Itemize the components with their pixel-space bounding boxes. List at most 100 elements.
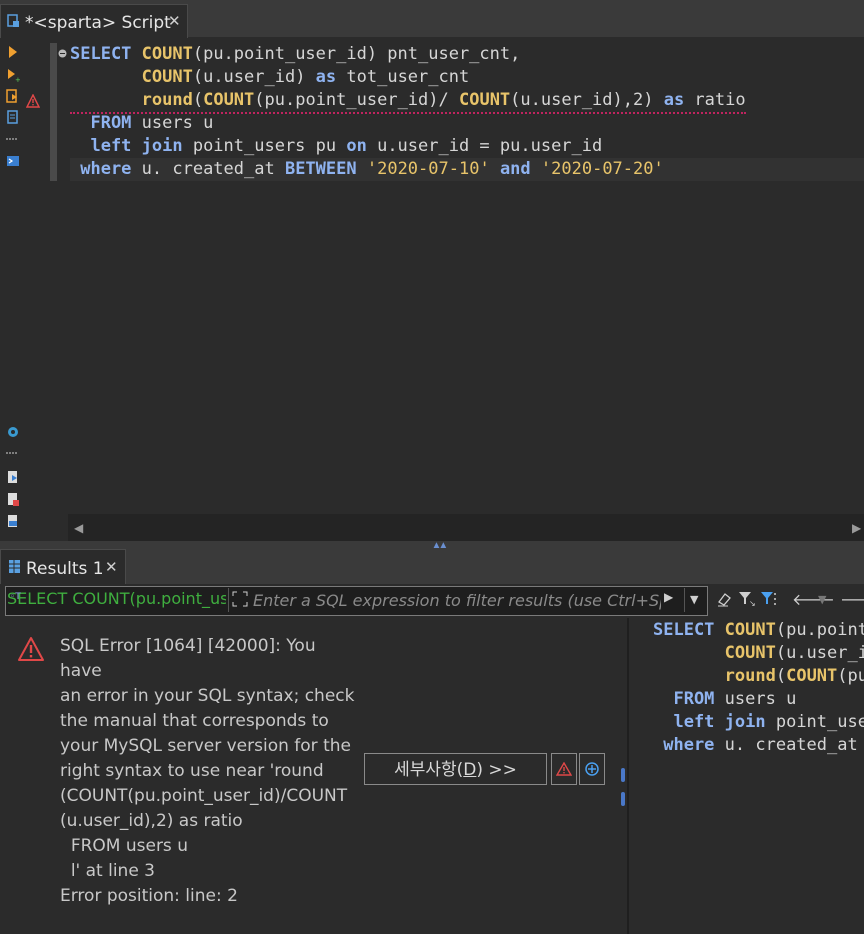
more-dots-icon [6, 138, 17, 140]
more-dots-icon-2 [6, 452, 17, 454]
code-token: SELECT [653, 620, 725, 640]
filter-expand-button[interactable] [228, 588, 251, 612]
editor-line-1[interactable]: SELECT COUNT(pu.point_user_id) pnt_user_… [70, 43, 520, 66]
svg-text:↘: ↘ [749, 599, 756, 608]
expand-icon [232, 591, 248, 607]
collapse-right-handle[interactable] [621, 792, 625, 806]
code-token: tot_user_cnt [336, 67, 470, 87]
code-token: (u.user_id),2) [510, 90, 664, 110]
scroll-left-icon[interactable]: ◀ [74, 521, 83, 535]
editor-line-4[interactable]: FROM users u [70, 112, 213, 135]
crosshair-icon [585, 762, 599, 776]
eraser-icon[interactable] [716, 590, 734, 608]
tab-label: *<sparta> Script [25, 13, 171, 33]
forward-arrow-icon[interactable]: 🡒 [840, 589, 864, 609]
filter-active-icon[interactable] [760, 590, 778, 608]
code-token: users u [724, 689, 797, 709]
execute-script-icon[interactable] [6, 89, 20, 103]
code-token: COUNT [724, 643, 776, 663]
svg-text:+: + [15, 76, 20, 82]
file-error-icon[interactable] [6, 492, 20, 506]
close-tab-button[interactable]: ✕ [168, 12, 181, 30]
chevron-down-icon: ▼ [690, 593, 699, 606]
code-token: (u.user_id) [775, 643, 864, 663]
code-token: point_users pu [775, 712, 864, 732]
results-tab-label: Results 1 [26, 559, 104, 579]
close-results-tab-button[interactable]: ✕ [105, 558, 118, 576]
code-token: '2020-07-20' [540, 159, 664, 179]
code-token: COUNT [458, 90, 511, 110]
code-token: u. created_at [141, 159, 285, 179]
scroll-right-icon[interactable]: ▶ [852, 521, 861, 535]
code-token: (pu.point_user_id) pnt_user_cnt, [192, 44, 521, 64]
code-token: ( [192, 90, 204, 110]
details-label-suffix: ) >> [476, 760, 517, 780]
code-token: on [346, 136, 367, 156]
explain-plan-icon[interactable] [6, 110, 20, 124]
code-token: users u [141, 113, 214, 133]
filter-query-preview[interactable]: SELECT COUNT(pu.point_user_id [7, 589, 226, 613]
grid-icon [9, 560, 20, 573]
code-token: join [724, 712, 766, 732]
tab-results-1[interactable]: Results 1 ✕ [0, 549, 126, 585]
export-icon[interactable] [6, 470, 20, 484]
filter-settings-icon[interactable]: ↘ [738, 590, 756, 608]
settings-gear-icon[interactable] [6, 425, 20, 439]
file-sql-icon[interactable] [6, 514, 20, 528]
code-token: as [663, 90, 685, 110]
search-error-button[interactable] [579, 753, 605, 785]
details-label-prefix: 세부사항( [394, 760, 464, 780]
preview-line-1[interactable]: SELECT COUNT(pu.point_user_id) pnt_user_… [653, 619, 864, 642]
code-token: as [315, 67, 337, 87]
details-button[interactable]: 세부사항(D) >> [364, 753, 547, 785]
code-token: round [141, 90, 193, 110]
editor-line-5[interactable]: left join point_users pu on u.user_id = … [70, 135, 602, 158]
error-message: SQL Error [1064] [42000]: You have an er… [60, 636, 355, 906]
preview-line-3[interactable]: round(COUNT(pu.point_user_id) [653, 665, 864, 688]
collapse-left-handle[interactable] [621, 768, 625, 782]
editor-line-2[interactable]: COUNT(u.user_id) as tot_user_cnt [70, 66, 470, 89]
editor-line-6[interactable]: where u. created_at BETWEEN '2020-07-10'… [70, 158, 664, 181]
code-token: FROM [70, 113, 142, 133]
code-token: ( [775, 666, 787, 686]
panel-splitter[interactable] [0, 541, 864, 548]
filter-history-dropdown[interactable]: ▼ [684, 588, 707, 612]
execute-statement-icon[interactable] [6, 45, 20, 59]
preview-line-5[interactable]: left join point_users pu [653, 711, 864, 734]
code-token: (u.user_id) [192, 67, 316, 87]
code-token: (pu.point_user_id) pnt_user_cnt, [775, 620, 864, 640]
back-arrow-icon[interactable]: 🡐 [792, 589, 835, 609]
code-token: COUNT [786, 666, 838, 686]
editor-horizontal-scrollbar[interactable]: ◀ ▶ [68, 514, 864, 541]
code-token: u. created_at [724, 735, 864, 755]
history-dropdown-icon[interactable]: ▼ [818, 593, 826, 606]
terminal-icon[interactable] [6, 154, 20, 168]
editor-line-3[interactable]: round(COUNT(pu.point_user_id)/ COUNT(u.u… [70, 89, 746, 114]
code-token: point_users pu [192, 136, 347, 156]
fold-collapse-icon[interactable] [58, 49, 67, 58]
code-token: left join [70, 136, 193, 156]
code-token: where [653, 735, 725, 755]
code-token: (pu.point_user_id)/ [254, 90, 459, 110]
filter-expression-input[interactable] [253, 586, 661, 614]
warning-icon [26, 94, 40, 108]
results-tab-bar [0, 548, 864, 584]
show-error-log-button[interactable] [551, 753, 577, 785]
sql-script-icon [7, 14, 19, 27]
code-token: COUNT [724, 620, 776, 640]
error-triangle-icon [556, 762, 572, 776]
execute-statement-new-tab-icon[interactable]: + [6, 68, 20, 82]
code-token: left [653, 712, 725, 732]
tab-sparta-script[interactable]: *<sparta> Script ✕ [0, 4, 188, 38]
preview-line-6[interactable]: where u. created_at [653, 734, 864, 757]
apply-filter-icon[interactable]: ▶ [664, 590, 673, 604]
code-token: u.user_id = pu.user_id [366, 136, 603, 156]
preview-line-2[interactable]: COUNT(u.user_id) as tot_user_cnt [653, 642, 864, 665]
preview-line-4[interactable]: FROM users u [653, 688, 796, 711]
